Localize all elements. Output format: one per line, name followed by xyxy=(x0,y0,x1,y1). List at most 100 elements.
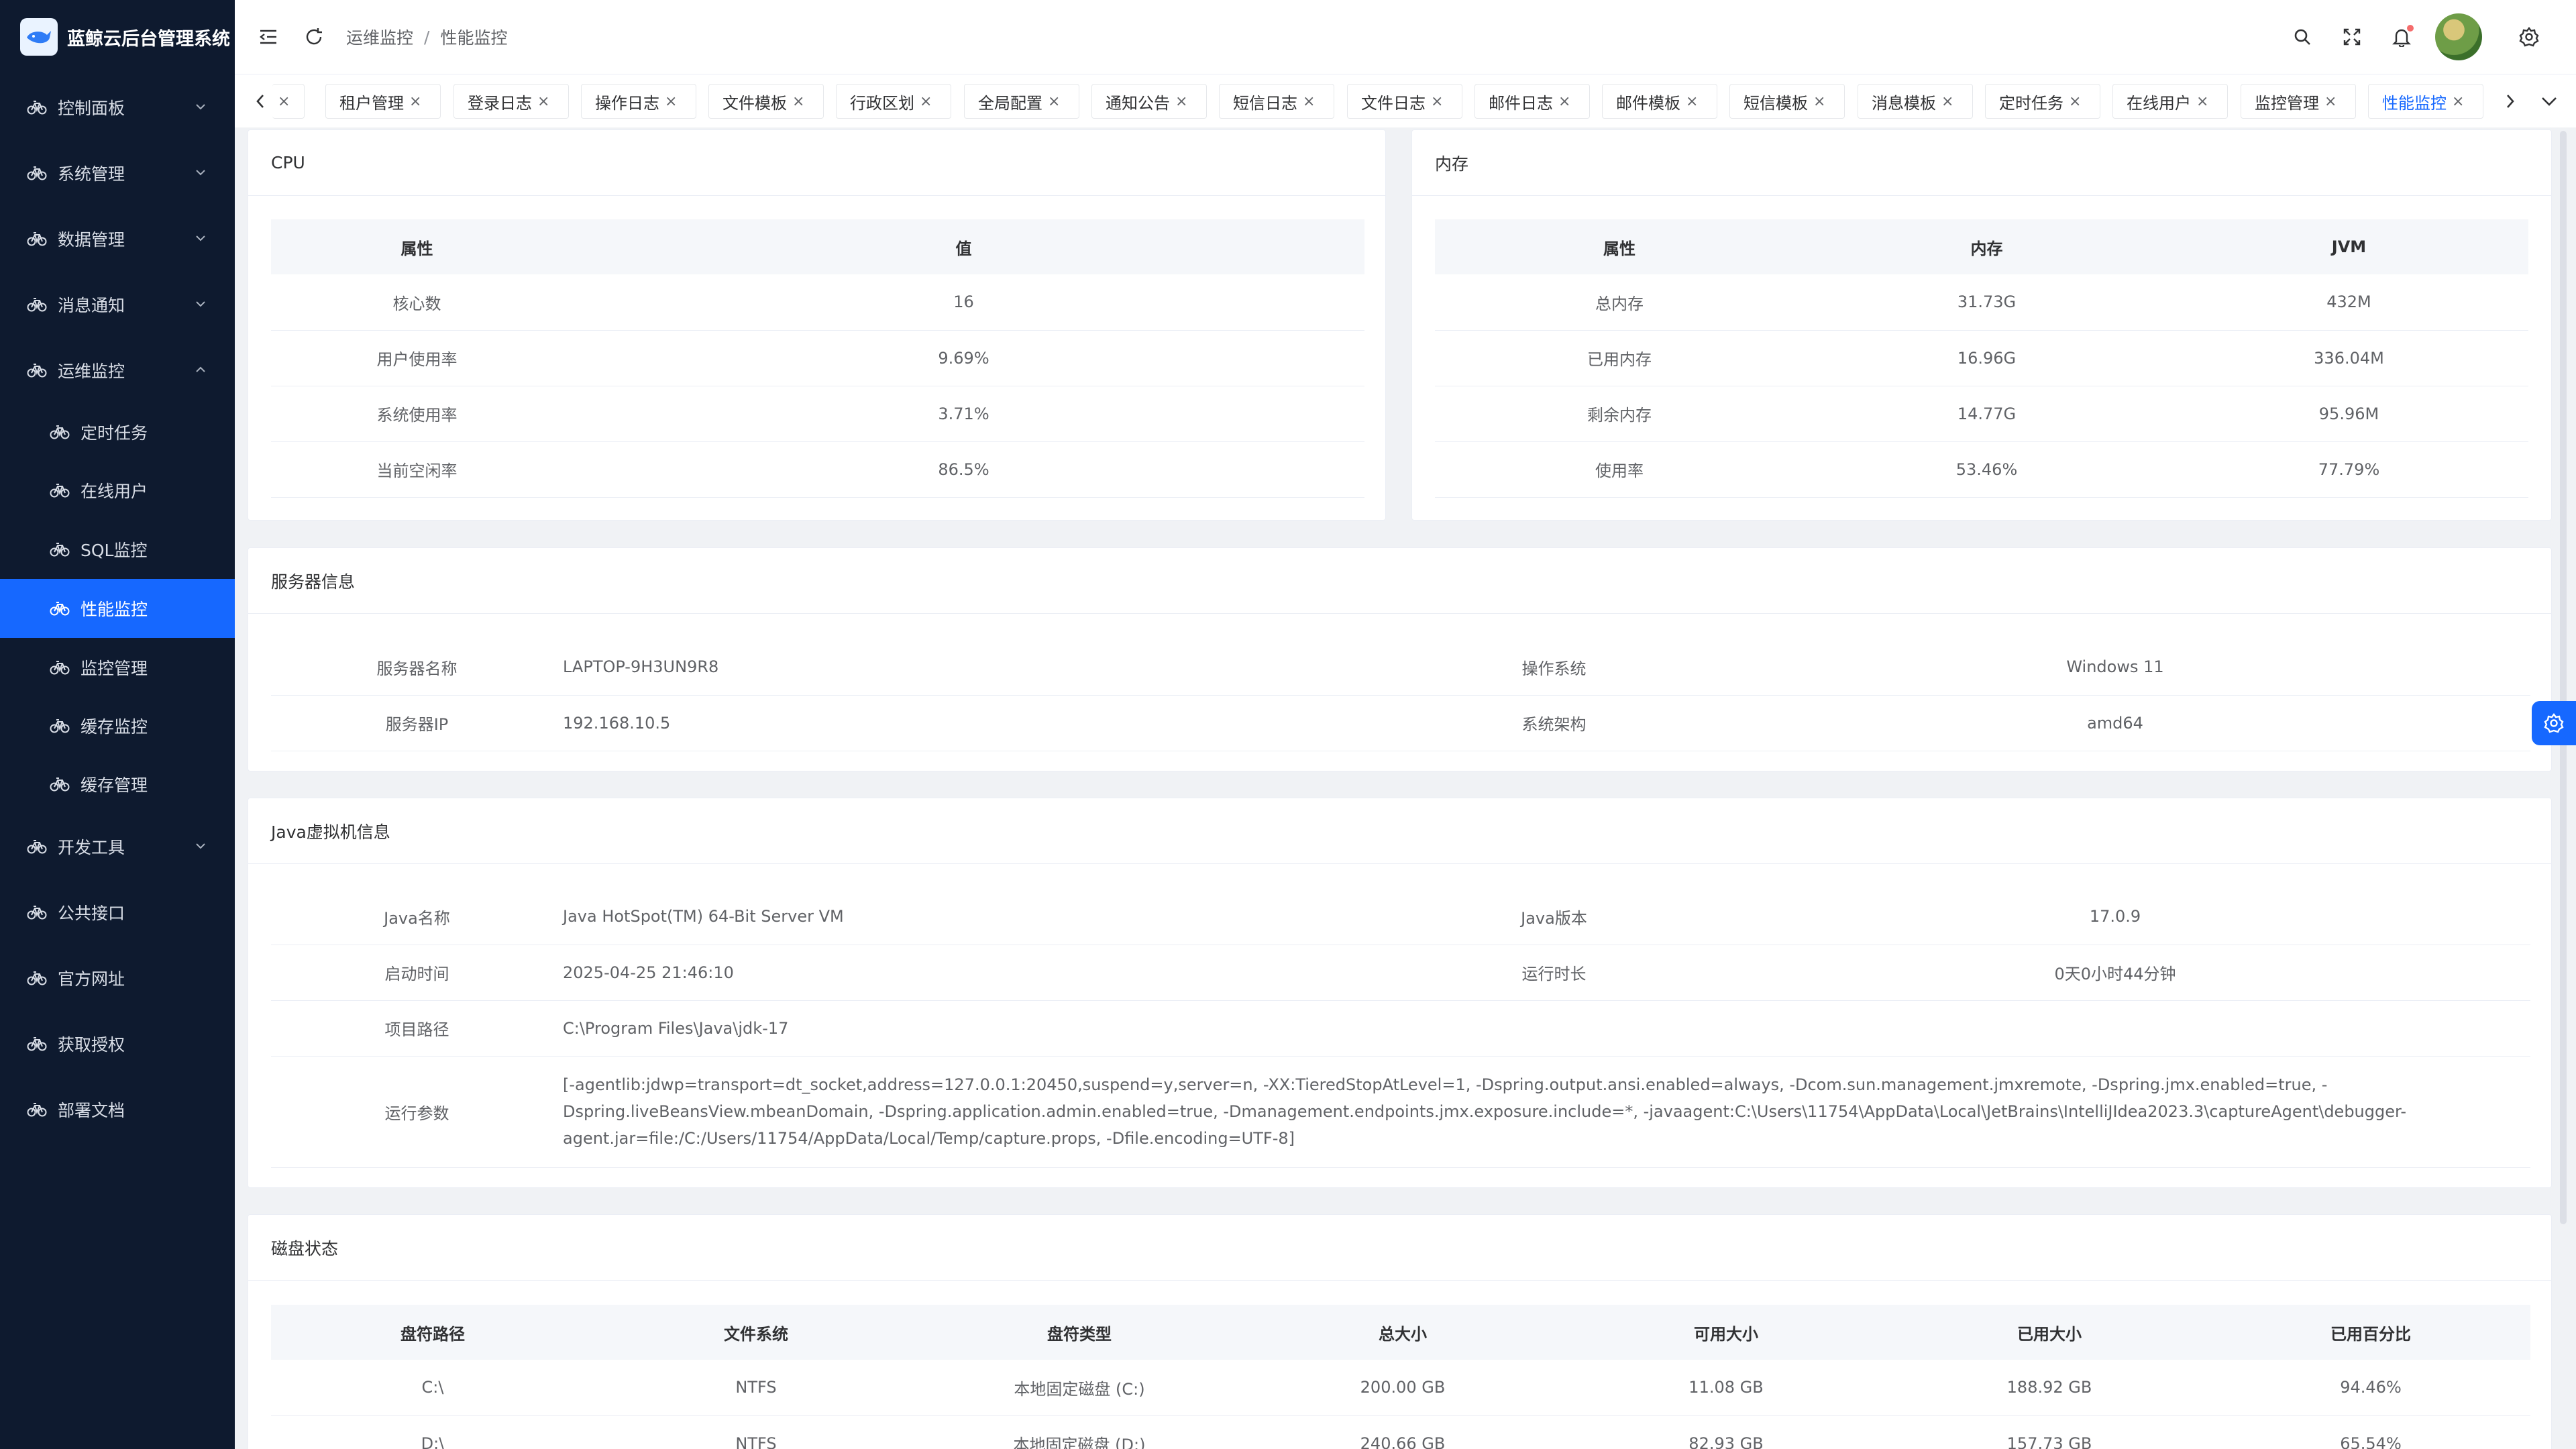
tabs-scroll-left-icon[interactable] xyxy=(247,88,274,115)
table-cell: 82.93 GB xyxy=(1564,1415,1888,1449)
tab-8[interactable]: 短信日志 × xyxy=(1219,84,1334,119)
table-cell: 16 xyxy=(563,274,1364,331)
breadcrumb: 运维监控 / 性能监控 xyxy=(346,25,507,49)
sidebar-item-8[interactable]: 性能监控 xyxy=(0,579,235,638)
property-value: amd64 xyxy=(1700,695,2530,751)
tab-10[interactable]: 邮件日志 × xyxy=(1474,84,1590,119)
header-actions xyxy=(2289,0,2576,74)
tab-5[interactable]: 行政区划 × xyxy=(836,84,951,119)
close-icon[interactable]: × xyxy=(1431,93,1443,110)
close-icon[interactable]: × xyxy=(1048,93,1060,110)
close-icon[interactable]: × xyxy=(665,93,677,110)
sidebar-item-0[interactable]: 控制面板 xyxy=(0,78,235,137)
sidebar-item-3[interactable]: 消息通知 xyxy=(0,275,235,334)
tab-3[interactable]: 操作日志 × xyxy=(581,84,696,119)
tab-0[interactable]: × xyxy=(272,84,305,119)
sidebar-item-label: 定时任务 xyxy=(80,423,148,443)
tab-14[interactable]: 定时任务 × xyxy=(1985,84,2100,119)
property-label: 系统架构 xyxy=(1408,695,1700,751)
sidebar-item-16[interactable]: 部署文档 xyxy=(0,1080,235,1139)
tab-16[interactable]: 监控管理 × xyxy=(2241,84,2356,119)
close-icon[interactable]: × xyxy=(1941,93,1953,110)
close-icon[interactable]: × xyxy=(1813,93,1825,110)
column-header: 值 xyxy=(563,219,1364,274)
sidebar-item-5[interactable]: 定时任务 xyxy=(0,402,235,462)
bike-icon xyxy=(25,359,48,382)
close-icon[interactable]: × xyxy=(2069,93,2081,110)
property-label: Java版本 xyxy=(1408,889,1700,945)
tab-label: 监控管理 xyxy=(2255,93,2319,113)
tab-17[interactable]: 性能监控 × xyxy=(2368,84,2483,119)
property-value: LAPTOP-9H3UN9R8 xyxy=(563,639,1408,696)
user-avatar[interactable] xyxy=(2435,13,2482,60)
table-row: 用户使用率 9.69% xyxy=(271,330,1364,386)
sidebar-item-label: 运维监控 xyxy=(58,362,125,381)
page-scrollbar[interactable] xyxy=(2560,131,2567,1224)
sidebar-item-4[interactable]: 运维监控 xyxy=(0,341,235,400)
fullscreen-icon[interactable] xyxy=(2339,23,2365,50)
app-title: 蓝鲸云后台管理系统 xyxy=(67,28,230,50)
tab-15[interactable]: 在线用户 × xyxy=(2112,84,2228,119)
refresh-icon[interactable] xyxy=(301,23,327,50)
close-icon[interactable]: × xyxy=(2452,93,2464,110)
sidebar-item-13[interactable]: 公共接口 xyxy=(0,883,235,942)
sidebar-item-6[interactable]: 在线用户 xyxy=(0,461,235,520)
brand[interactable]: 蓝鲸云后台管理系统 xyxy=(0,0,235,74)
property-label: 操作系统 xyxy=(1408,639,1700,696)
table-cell: 已用内存 xyxy=(1435,330,1804,386)
tab-9[interactable]: 文件日志 × xyxy=(1347,84,1462,119)
sidebar-item-14[interactable]: 官方网址 xyxy=(0,949,235,1008)
table-cell: 240.66 GB xyxy=(1241,1415,1564,1449)
tabs-scroll-right-icon[interactable] xyxy=(2497,88,2524,115)
close-icon[interactable]: × xyxy=(1686,93,1698,110)
chevron-down-icon xyxy=(192,164,209,181)
tabs-dropdown-chevron-icon[interactable] xyxy=(2536,88,2563,115)
search-icon[interactable] xyxy=(2289,23,2316,50)
sidebar-item-10[interactable]: 缓存监控 xyxy=(0,696,235,755)
close-icon[interactable]: × xyxy=(409,93,421,110)
menu-fold-icon[interactable] xyxy=(255,23,282,50)
breadcrumb-separator: / xyxy=(424,27,430,47)
breadcrumb-item-ops[interactable]: 运维监控 xyxy=(346,25,413,49)
sidebar-item-9[interactable]: 监控管理 xyxy=(0,638,235,697)
property-value: Java HotSpot(TM) 64-Bit Server VM xyxy=(563,889,1408,945)
sidebar-item-7[interactable]: SQL监控 xyxy=(0,520,235,579)
close-icon[interactable]: × xyxy=(1558,93,1570,110)
sidebar-item-2[interactable]: 数据管理 xyxy=(0,209,235,268)
theme-settings-gear-icon[interactable] xyxy=(2532,701,2576,745)
tab-11[interactable]: 邮件模板 × xyxy=(1602,84,1717,119)
close-icon[interactable]: × xyxy=(537,93,549,110)
close-icon[interactable]: × xyxy=(792,93,804,110)
table-cell: D:\ xyxy=(271,1415,594,1449)
tab-7[interactable]: 通知公告 × xyxy=(1091,84,1207,119)
tab-2[interactable]: 登录日志 × xyxy=(453,84,569,119)
tab-4[interactable]: 文件模板 × xyxy=(708,84,824,119)
column-header: 可用大小 xyxy=(1564,1305,1888,1360)
close-icon[interactable]: × xyxy=(2324,93,2337,110)
close-icon[interactable]: × xyxy=(1175,93,1187,110)
sidebar-item-1[interactable]: 系统管理 xyxy=(0,144,235,203)
tab-1[interactable]: 租户管理 × xyxy=(325,84,441,119)
table-cell: 3.71% xyxy=(563,386,1364,442)
table-row: 系统使用率 3.71% xyxy=(271,386,1364,442)
sidebar-item-12[interactable]: 开发工具 xyxy=(0,817,235,876)
tab-label: 文件模板 xyxy=(722,93,787,113)
sidebar-item-15[interactable]: 获取授权 xyxy=(0,1014,235,1073)
settings-gear-icon[interactable] xyxy=(2516,23,2542,50)
close-icon[interactable]: × xyxy=(2196,93,2208,110)
bike-icon xyxy=(25,1098,48,1121)
property-label: 启动时间 xyxy=(271,945,563,1001)
close-icon[interactable]: × xyxy=(920,93,932,110)
tab-6[interactable]: 全局配置 × xyxy=(964,84,1079,119)
column-header: 盘符路径 xyxy=(271,1305,594,1360)
bike-icon xyxy=(25,1032,48,1055)
tab-13[interactable]: 消息模板 × xyxy=(1858,84,1973,119)
notification-bell-icon[interactable] xyxy=(2388,23,2415,50)
sidebar-item-label: 消息通知 xyxy=(58,296,125,315)
cpu-card-title: CPU xyxy=(248,130,1385,196)
close-icon[interactable]: × xyxy=(1303,93,1315,110)
table-header: 盘符路径 文件系统 盘符类型 总大小 可用大小 已用大小 已用百分比 xyxy=(271,1305,2530,1360)
close-icon[interactable]: × xyxy=(278,93,290,110)
tab-12[interactable]: 短信模板 × xyxy=(1729,84,1845,119)
sidebar-item-11[interactable]: 缓存管理 xyxy=(0,755,235,814)
